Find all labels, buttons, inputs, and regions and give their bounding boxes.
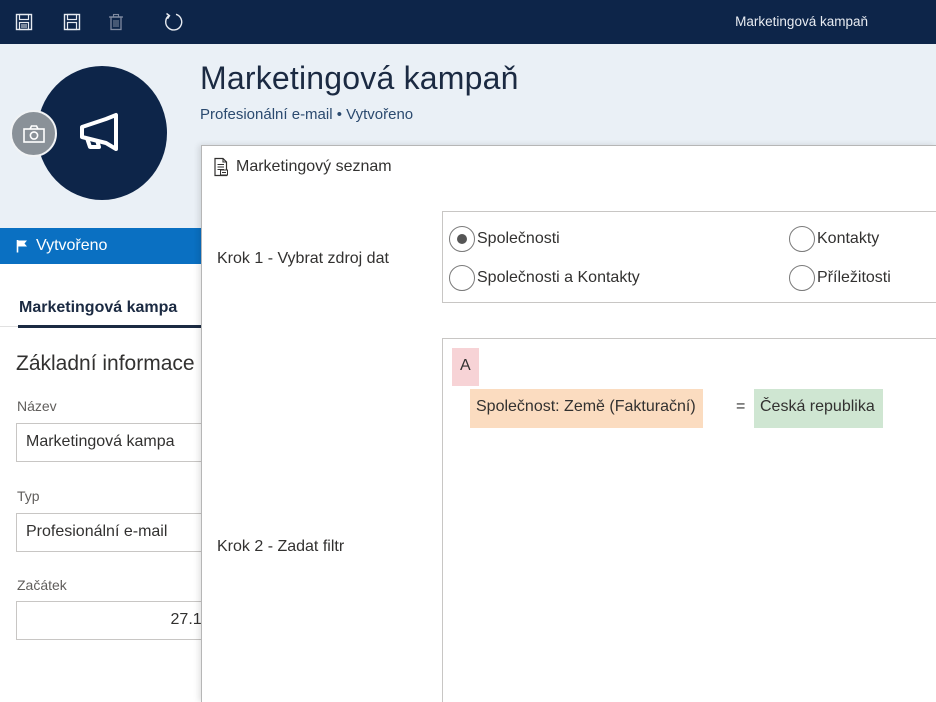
refresh-button[interactable] <box>161 9 187 35</box>
start-date-field[interactable]: 27.12. <box>16 601 216 640</box>
section-title: Základní informace <box>16 352 195 375</box>
document-list-icon <box>211 157 231 177</box>
save-button[interactable] <box>11 9 37 35</box>
megaphone-icon <box>80 113 118 151</box>
radio-circle <box>789 265 815 291</box>
field-label-name: Název <box>17 398 57 414</box>
save-icon <box>15 13 33 31</box>
change-image-button[interactable] <box>10 110 57 157</box>
tab-marketing-campaign[interactable]: Marketingová kampa <box>19 299 177 317</box>
radio-label: Kontakty <box>817 230 880 247</box>
status-label: Vytvořeno <box>36 237 108 254</box>
camera-icon <box>22 124 45 143</box>
radio-circle <box>449 265 475 291</box>
dialog-title: Marketingový seznam <box>211 157 392 177</box>
filter-condition-field[interactable]: Společnost: Země (Fakturační) <box>470 389 703 428</box>
window-title: Marketingová kampaň <box>735 14 868 29</box>
name-field[interactable]: Marketingová kampa <box>16 423 216 462</box>
filter-condition-operator[interactable]: = <box>736 398 745 416</box>
record-title: Marketingová kampaň <box>200 60 519 96</box>
command-bar: Marketingová kampaň <box>0 0 936 44</box>
filter-condition-value[interactable]: Česká republika <box>754 389 883 428</box>
filter-builder: A Společnost: Země (Fakturační) = Česká … <box>442 338 936 702</box>
filter-group-tag[interactable]: A <box>452 348 479 386</box>
record-subtitle: Profesionální e-mail • Vytvořeno <box>200 106 414 123</box>
radio-contacts[interactable]: Kontakty <box>789 226 879 252</box>
refresh-icon <box>165 12 183 31</box>
data-source-group: Společnosti Kontakty Společnosti a Konta… <box>442 211 936 303</box>
marketing-list-dialog: Marketingový seznam Krok 1 - Vybrat zdro… <box>201 145 936 702</box>
radio-companies[interactable]: Společnosti <box>449 226 560 252</box>
radio-selected-dot <box>457 234 467 244</box>
step1-label: Krok 1 - Vybrat zdroj dat <box>217 250 389 267</box>
radio-label: Společnosti a Kontakty <box>477 269 640 286</box>
field-label-type: Typ <box>17 488 40 504</box>
radio-opportunities[interactable]: Příležitosti <box>789 265 891 291</box>
save-and-close-button[interactable] <box>59 9 85 35</box>
radio-label: Společnosti <box>477 230 560 247</box>
save-close-icon <box>63 13 81 31</box>
field-label-start: Začátek <box>17 577 67 593</box>
tab-active-indicator <box>18 325 203 328</box>
step2-label: Krok 2 - Zadat filtr <box>217 538 345 555</box>
status-bar: Vytvořeno <box>0 228 205 264</box>
type-field[interactable]: Profesionální e-mail <box>16 513 216 552</box>
radio-label: Příležitosti <box>817 269 891 286</box>
delete-icon <box>109 13 123 31</box>
flag-icon <box>16 239 28 253</box>
delete-button[interactable] <box>103 9 129 35</box>
radio-circle <box>789 226 815 252</box>
radio-companies-and-contacts[interactable]: Společnosti a Kontakty <box>449 265 640 291</box>
radio-circle <box>449 226 475 252</box>
dialog-title-text: Marketingový seznam <box>236 158 392 175</box>
